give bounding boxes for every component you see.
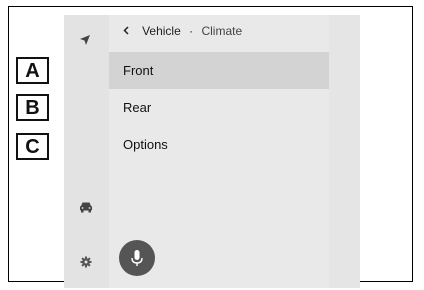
callout-a: A [16, 57, 49, 84]
back-button[interactable] [123, 26, 132, 38]
menu-item-rear[interactable]: Rear [109, 89, 329, 126]
menu-item-options[interactable]: Options [109, 126, 329, 163]
breadcrumb-parent[interactable]: Vehicle [142, 24, 181, 38]
microphone-icon [131, 250, 143, 266]
menu-item-label: Front [123, 63, 154, 78]
callout-b: B [16, 94, 49, 121]
breadcrumb-separator: · [189, 24, 194, 38]
callout-c: C [16, 133, 49, 160]
settings-gear-icon[interactable] [80, 255, 92, 273]
right-pane [329, 15, 360, 288]
infotainment-screen: Vehicle · Climate Front Rear Options [64, 15, 360, 288]
breadcrumb-current: Climate [201, 24, 243, 38]
navigation-arrow-icon[interactable] [79, 33, 91, 51]
sidebar [64, 15, 109, 288]
breadcrumb: Vehicle · Climate [123, 24, 242, 38]
voice-button[interactable] [119, 240, 155, 276]
menu-item-label: Options [123, 137, 168, 152]
menu-item-label: Rear [123, 100, 152, 115]
car-icon[interactable] [79, 200, 93, 218]
chevron-left-icon [123, 26, 129, 35]
menu-item-front[interactable]: Front [109, 52, 329, 89]
